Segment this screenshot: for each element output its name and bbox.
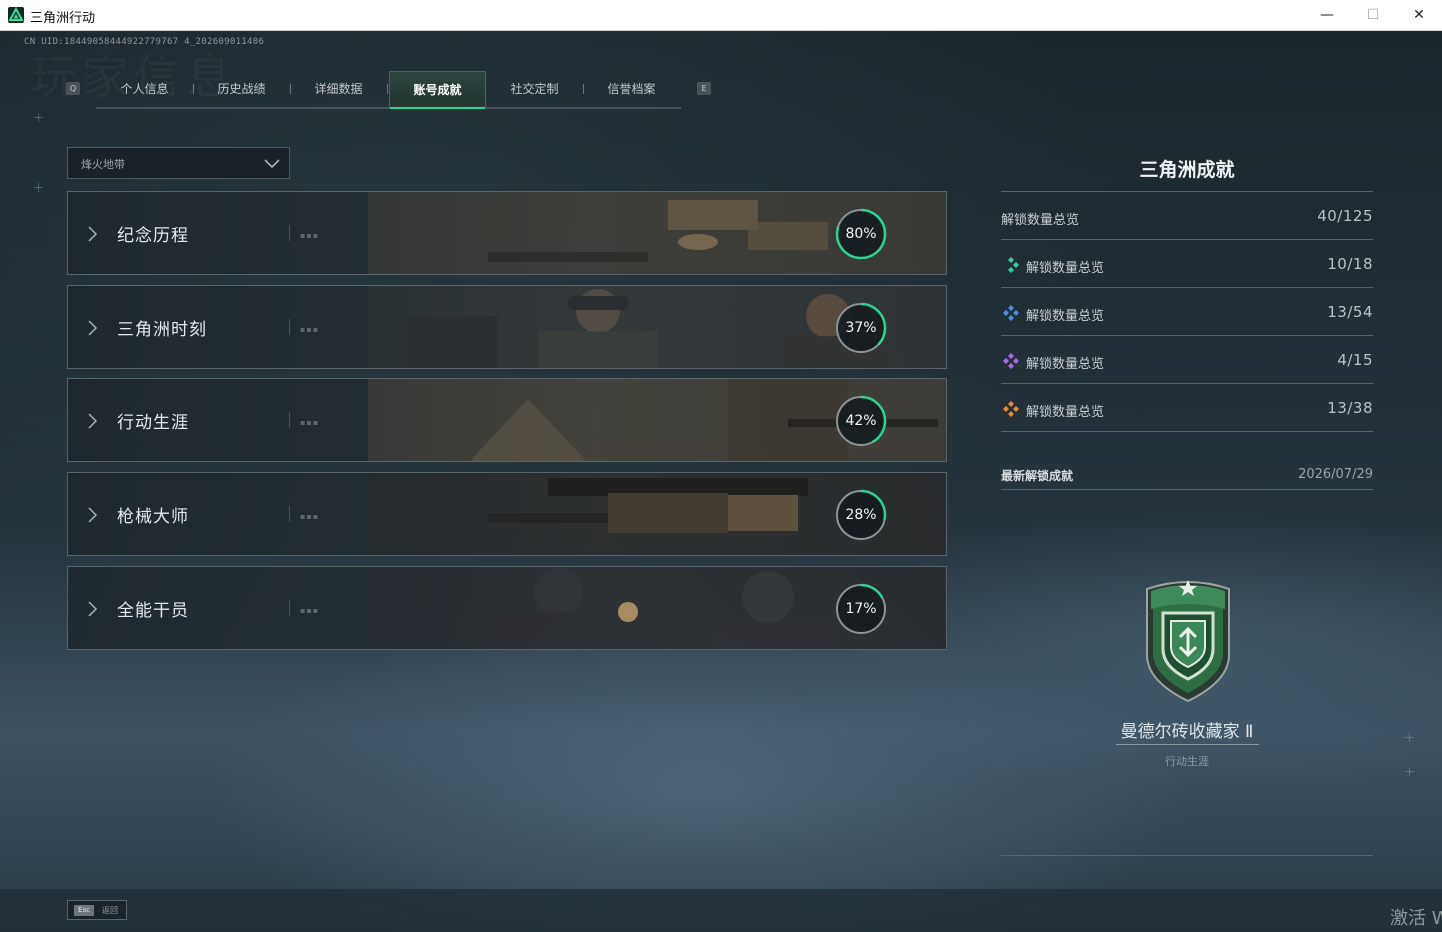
tab-label: 社交定制: [510, 82, 559, 96]
category-progress-text: 80%: [845, 226, 877, 242]
tier-value: 4/15: [1337, 351, 1373, 369]
summary-total-row: 解锁数量总览 40/125: [1001, 193, 1373, 240]
summary-title: 三角洲成就: [1139, 159, 1235, 181]
green-tier-icon: [1008, 257, 1019, 273]
divider: [1001, 855, 1373, 856]
chevron-right-icon: [88, 507, 98, 523]
tab-credit-record[interactable]: 信誉档案: [583, 71, 680, 107]
category-name: 全能干员: [117, 601, 189, 621]
chevron-down-icon: [264, 159, 280, 169]
chevron-right-icon: [88, 413, 98, 429]
tier-value: 13/38: [1327, 399, 1373, 417]
latest-achievement-name: 曼德尔砖收藏家 Ⅱ: [1120, 722, 1254, 742]
chevron-right-icon: [88, 320, 98, 336]
tier-value: 10/18: [1327, 255, 1373, 273]
divider: [289, 319, 290, 335]
tab-match-history[interactable]: 历史战绩: [193, 71, 291, 107]
category-name: 纪念历程: [117, 226, 189, 246]
minimize-button[interactable]: —: [1304, 0, 1350, 30]
divider: [1001, 287, 1373, 288]
latest-achievement-category: 行动生涯: [1165, 755, 1209, 768]
divider: [1116, 744, 1259, 745]
tab-personal-info[interactable]: 个人信息: [96, 71, 194, 107]
window-titlebar: 三角洲行动 — ☐ ✕: [0, 0, 1442, 31]
category-name: 枪械大师: [117, 507, 189, 527]
achievement-category-card[interactable]: 纪念历程 ▪▪▪ 80%: [67, 191, 947, 275]
tier-label: 解锁数量总览: [1026, 405, 1105, 420]
tab-label: 历史战绩: [217, 82, 266, 96]
tab-social-custom[interactable]: 社交定制: [486, 71, 584, 107]
activate-windows-watermark: 激活 W: [1390, 908, 1442, 929]
tab-achievements[interactable]: 账号成就: [389, 71, 486, 109]
divider: [1001, 489, 1373, 490]
tab-bar: 个人信息 历史战绩 详细数据 账号成就 社交定制 信誉档案: [96, 71, 681, 109]
achievement-category-card[interactable]: 行动生涯 ▪▪▪ 42%: [67, 378, 947, 462]
category-name: 行动生涯: [117, 413, 189, 433]
summary-tier-row: 解锁数量总览 13/54: [1001, 289, 1373, 336]
app-logo-icon: [8, 7, 24, 23]
divider: [289, 600, 290, 616]
summary-tier-row: 解锁数量总览 13/38: [1001, 385, 1373, 432]
chevron-right-icon: [88, 226, 98, 242]
mode-dropdown[interactable]: 烽火地带: [67, 147, 290, 179]
chevron-right-icon: [88, 601, 98, 617]
dropdown-selected-value: 烽火地带: [81, 158, 125, 171]
tab-detailed-stats[interactable]: 详细数据: [290, 71, 388, 107]
category-progress-text: 28%: [845, 507, 877, 523]
tab-label: 账号成就: [413, 83, 462, 97]
purple-tier-icon: [1003, 353, 1019, 369]
latest-achievement-date: 2026/07/29: [1298, 467, 1373, 482]
tab-label: 信誉档案: [607, 82, 656, 96]
divider: [1001, 431, 1373, 432]
achievement-category-card[interactable]: 枪械大师 ▪▪▪ 28%: [67, 472, 947, 556]
blue-tier-icon: [1003, 305, 1019, 321]
tier-label: 解锁数量总览: [1026, 357, 1105, 372]
tier-value: 13/54: [1327, 303, 1373, 321]
divider: [1001, 383, 1373, 384]
decor-dots: ▪▪▪: [300, 418, 320, 427]
decor-dots: ▪▪▪: [300, 231, 320, 240]
deco-cross: [1405, 733, 1414, 742]
summary-tier-row: 解锁数量总览 4/15: [1001, 337, 1373, 384]
decor-dots: ▪▪▪: [300, 512, 320, 521]
bottom-bar: Esc 返回: [0, 889, 1442, 932]
summary-total-label: 解锁数量总览: [1001, 213, 1080, 228]
divider: [1001, 335, 1373, 336]
player-uid: CN UID:18449058444922779767 4_2026090114…: [24, 37, 265, 47]
deco-cross: [34, 113, 43, 122]
category-progress-text: 37%: [845, 320, 877, 336]
prev-tab-key-hint[interactable]: Q: [66, 82, 80, 95]
summary-tier-row: 解锁数量总览 10/18: [1001, 241, 1373, 288]
tab-label: 详细数据: [314, 82, 363, 96]
esc-key-icon: Esc: [74, 905, 94, 916]
back-label: 返回: [102, 906, 118, 915]
divider: [1001, 239, 1373, 240]
window-title: 三角洲行动: [30, 11, 96, 26]
maximize-button[interactable]: ☐: [1350, 0, 1396, 30]
category-progress-text: 42%: [845, 413, 877, 429]
category-name: 三角洲时刻: [117, 320, 207, 340]
tab-label: 个人信息: [120, 82, 169, 96]
deco-cross: [34, 183, 43, 192]
tier-label: 解锁数量总览: [1026, 261, 1105, 276]
back-button[interactable]: Esc 返回: [67, 900, 127, 920]
divider: [1001, 191, 1373, 192]
next-tab-key-hint[interactable]: E: [697, 82, 711, 95]
summary-total-value: 40/125: [1317, 207, 1373, 225]
decor-dots: ▪▪▪: [300, 325, 320, 334]
achievement-badge-icon[interactable]: [1141, 577, 1235, 705]
divider: [289, 506, 290, 522]
divider: [289, 225, 290, 241]
achievement-category-card[interactable]: 三角洲时刻 ▪▪▪ 37%: [67, 285, 947, 369]
deco-cross: [1405, 767, 1414, 776]
achievement-category-card[interactable]: 全能干员 ▪▪▪ 17%: [67, 566, 947, 650]
divider: [289, 412, 290, 428]
game-viewport: 玩家信息 CN UID:18449058444922779767 4_20260…: [0, 31, 1442, 932]
tier-label: 解锁数量总览: [1026, 309, 1105, 324]
category-progress-text: 17%: [845, 601, 877, 617]
decor-dots: ▪▪▪: [300, 606, 320, 615]
orange-tier-icon: [1003, 401, 1019, 417]
close-button[interactable]: ✕: [1396, 0, 1442, 30]
